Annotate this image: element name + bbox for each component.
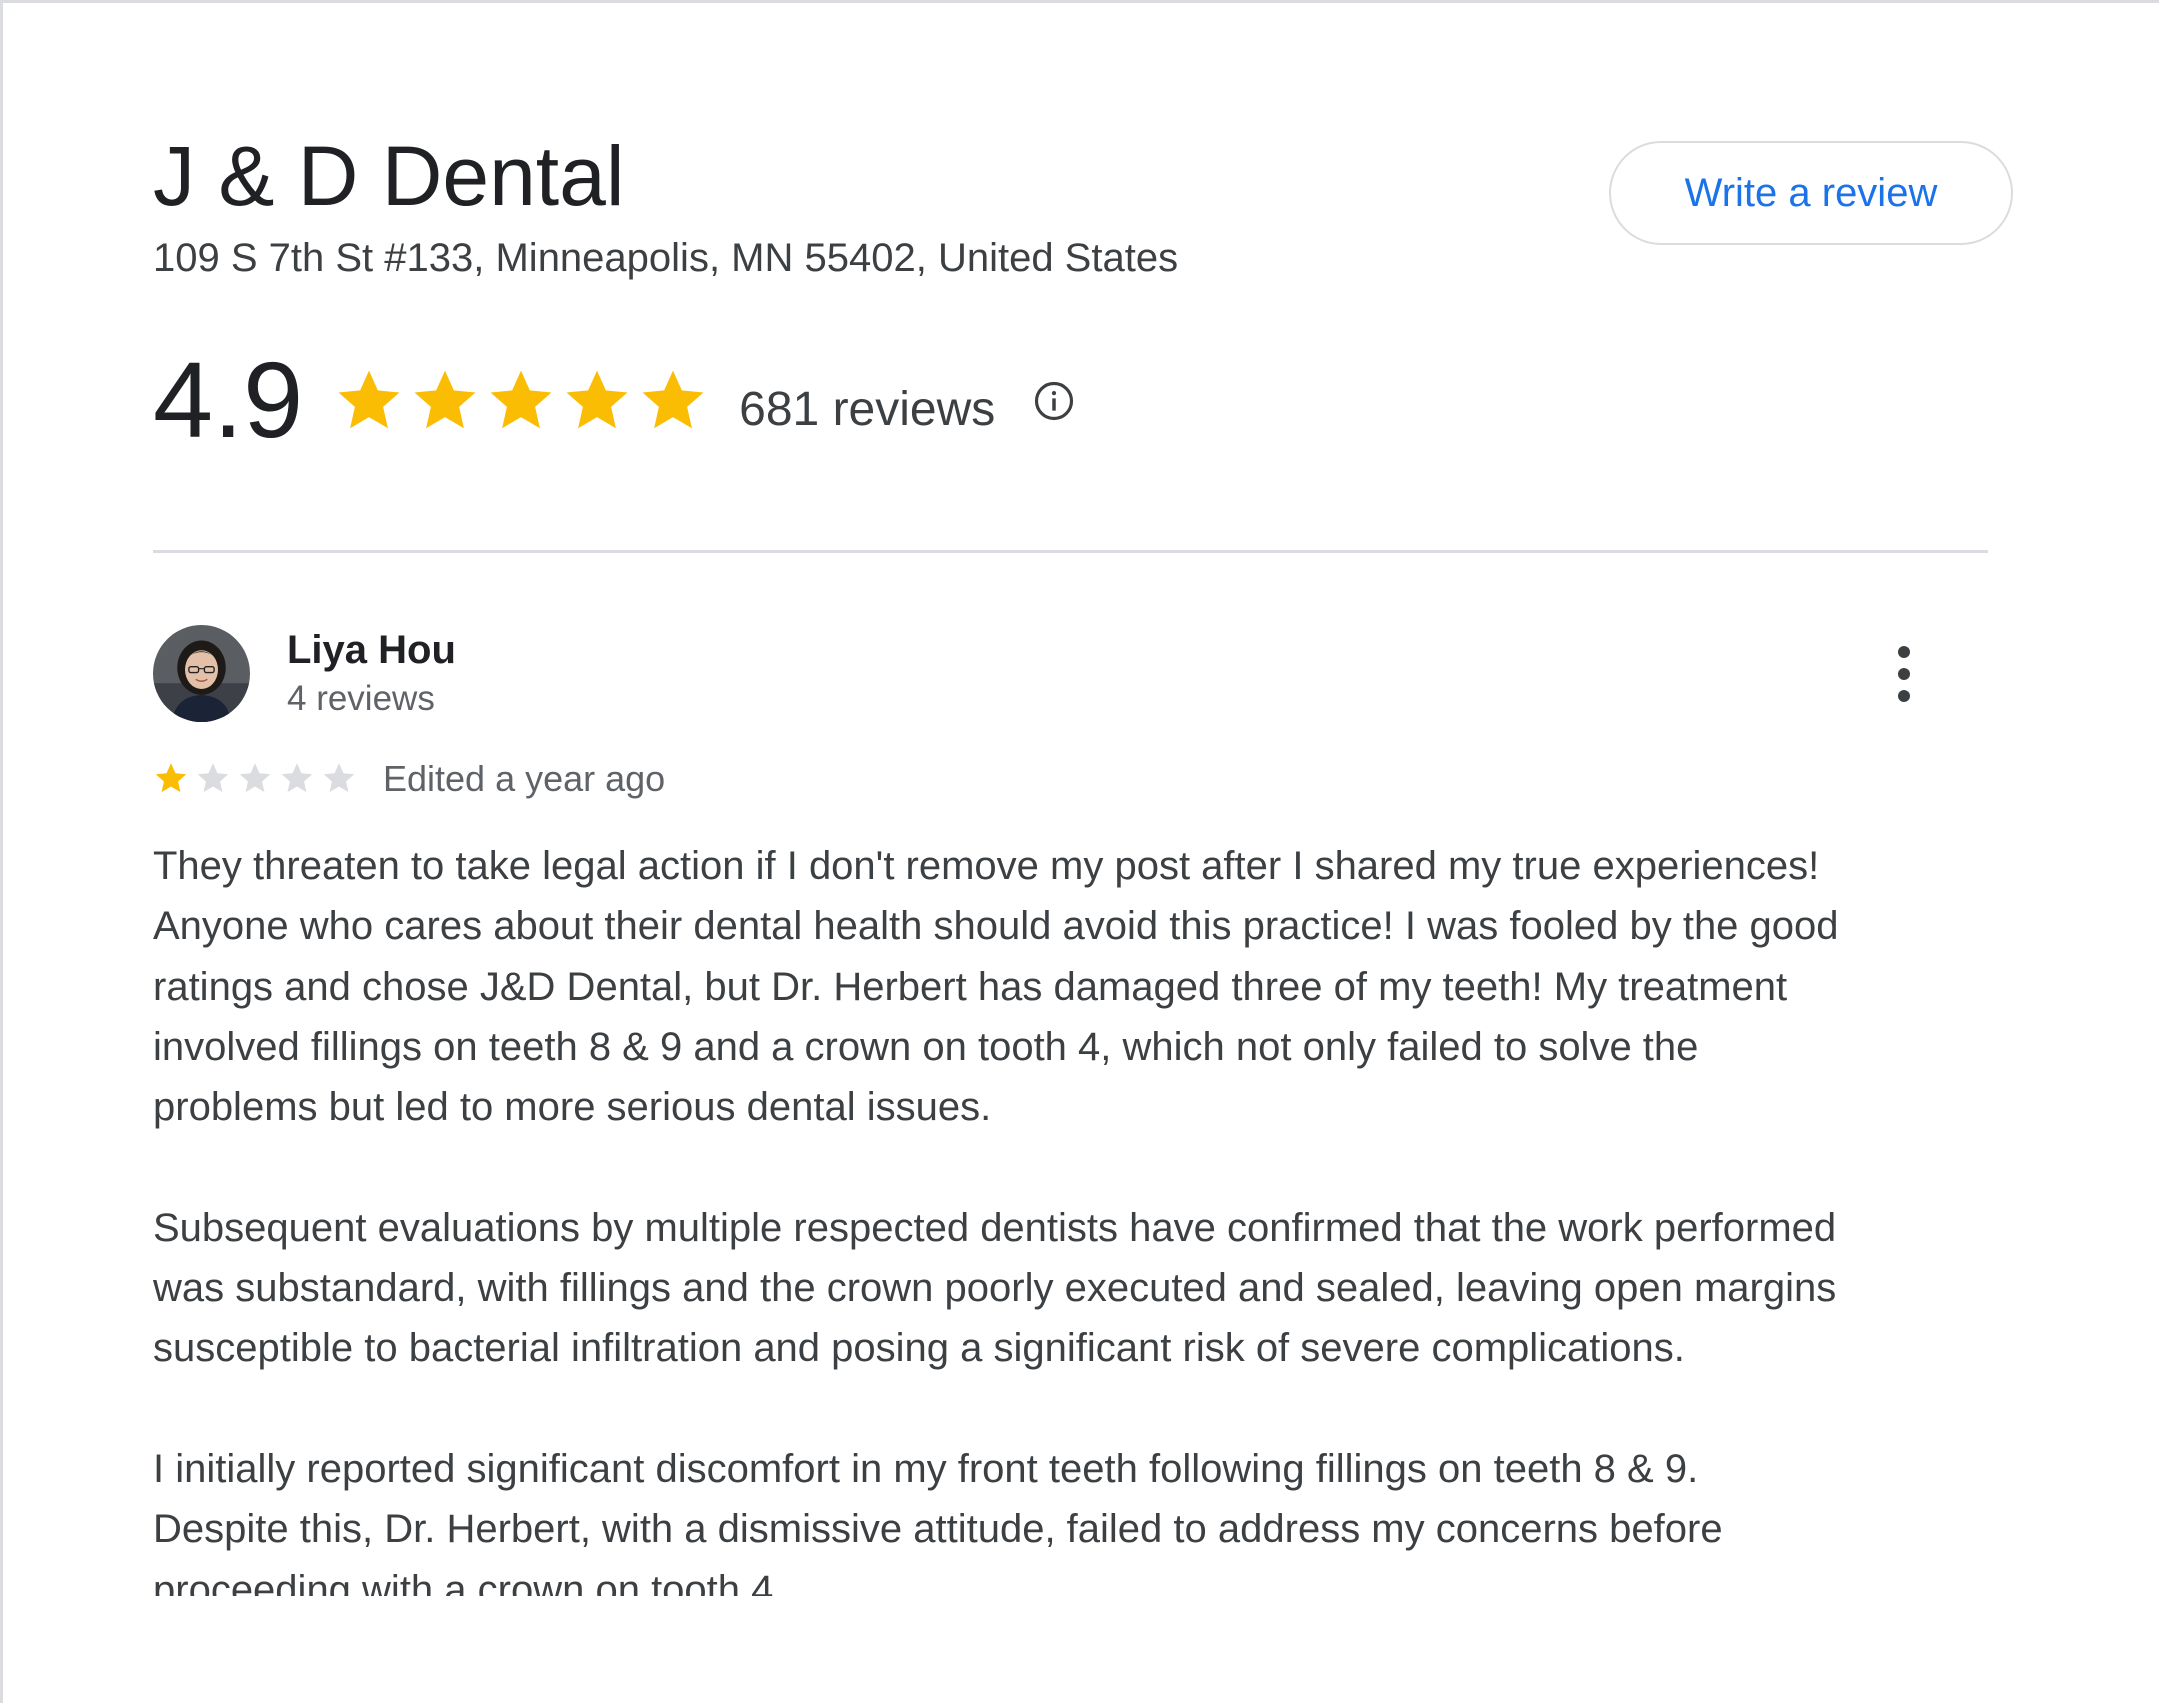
star-empty-icon	[197, 763, 229, 793]
star-filled-icon	[490, 370, 552, 429]
review-line: proceeding with a crown on tooth 4.	[153, 1567, 785, 1596]
star-filled-icon	[642, 370, 704, 429]
review-count[interactable]: 681 reviews	[739, 382, 995, 437]
review-line: Anyone who cares about their dental heal…	[153, 904, 1839, 949]
review-line: Despite this, Dr. Herbert, with a dismis…	[153, 1507, 1723, 1552]
star-filled-icon	[155, 763, 187, 793]
reviewer-review-count: 4 reviews	[287, 679, 435, 718]
more-vert-icon[interactable]	[1876, 640, 1932, 708]
review-line: involved fillings on teeth 8 & 9 and a c…	[153, 1024, 1699, 1069]
review-line: problems but led to more serious dental …	[153, 1085, 992, 1130]
reviewer-avatar[interactable]	[153, 625, 250, 722]
review-line: They threaten to take legal action if I …	[153, 844, 1820, 888]
review-line: was substandard, with fillings and the c…	[153, 1266, 1837, 1311]
write-review-button[interactable]: Write a review	[1609, 141, 2013, 245]
star-filled-icon	[414, 370, 476, 429]
star-filled-icon	[338, 370, 400, 429]
star-empty-icon	[239, 763, 271, 793]
review-line: susceptible to bacterial infiltration an…	[153, 1326, 1685, 1371]
rating-summary: 4.9 681 reviews	[153, 340, 1075, 460]
review-rating-stars	[153, 760, 357, 796]
business-name: J & D Dental	[153, 129, 625, 223]
business-address: 109 S 7th St #133, Minneapolis, MN 55402…	[153, 236, 1179, 280]
star-filled-icon	[566, 370, 628, 429]
review-date: Edited a year ago	[383, 758, 666, 799]
star-empty-icon	[323, 763, 355, 793]
section-divider	[153, 550, 1988, 553]
info-icon[interactable]	[1033, 380, 1075, 422]
reviewer-name[interactable]: Liya Hou	[287, 626, 456, 674]
average-rating: 4.9	[153, 339, 304, 460]
review-line: Subsequent evaluations by multiple respe…	[153, 1205, 1837, 1250]
average-rating-stars	[333, 364, 709, 436]
review-text: They threaten to take legal action if I …	[153, 836, 2053, 1596]
review-line: ratings and chose J&D Dental, but Dr. He…	[153, 964, 1788, 1009]
review-line: I initially reported significant discomf…	[153, 1446, 1699, 1491]
star-empty-icon	[281, 763, 313, 793]
